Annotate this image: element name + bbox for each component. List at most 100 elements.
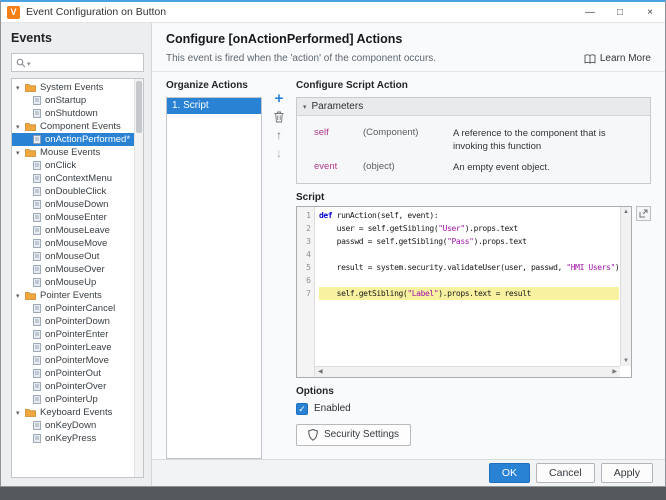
line-number-gutter: 1 2 3 4 5 6 7 — [297, 206, 315, 377]
tree-item-onpointerout[interactable]: onPointerOut — [12, 367, 143, 380]
maximize-button[interactable]: □ — [605, 2, 635, 22]
tree-item-onshutdown[interactable]: onShutdown — [12, 107, 143, 120]
tree-item-label: onMouseDown — [45, 199, 109, 210]
configure-script-column: Configure Script Action ▾ Parameters sel… — [296, 80, 651, 459]
book-icon — [584, 53, 596, 64]
tree-item-onkeydown[interactable]: onKeyDown — [12, 419, 143, 432]
options-heading: Options — [296, 385, 334, 397]
delete-action-button[interactable] — [274, 109, 284, 124]
chevron-down-icon[interactable]: ▾ — [16, 292, 25, 300]
tree-item-label: Keyboard Events — [40, 407, 113, 418]
actions-list[interactable]: 1. Script — [166, 97, 262, 459]
apply-button[interactable]: Apply — [600, 463, 653, 483]
tree-item-onmouseenter[interactable]: onMouseEnter — [12, 211, 143, 224]
tree-item-onpointermove[interactable]: onPointerMove — [12, 354, 143, 367]
learn-more-label: Learn More — [599, 53, 651, 64]
tree-item-label: onMouseLeave — [45, 225, 110, 236]
horizontal-scrollbar[interactable]: ◀ ▶ — [315, 365, 620, 377]
tree-item-onclick[interactable]: onClick — [12, 159, 143, 172]
tree-item-ondoubleclick[interactable]: onDoubleClick — [12, 185, 143, 198]
parameters-heading: Parameters — [311, 101, 364, 112]
tree-item-onmouseover[interactable]: onMouseOver — [12, 263, 143, 276]
add-action-button[interactable]: + — [275, 90, 284, 107]
tree-item-onmouseup[interactable]: onMouseUp — [12, 276, 143, 289]
code-line[interactable]: def runAction(self, event): — [319, 209, 619, 222]
tree-item-onmousemove[interactable]: onMouseMove — [12, 237, 143, 250]
learn-more-link[interactable]: Learn More — [584, 53, 651, 64]
tree-item-label: onPointerMove — [45, 355, 109, 366]
event-icon — [33, 395, 41, 404]
tree-item-onpointerdown[interactable]: onPointerDown — [12, 315, 143, 328]
desktop-strip — [0, 487, 666, 500]
tree-item-onpointercancel[interactable]: onPointerCancel — [12, 302, 143, 315]
action-item-1-script[interactable]: 1. Script — [167, 98, 261, 114]
parameters-panel: ▾ Parameters self (Component) A reference … — [296, 97, 651, 184]
ok-button[interactable]: OK — [488, 463, 531, 483]
scroll-right-icon[interactable]: ▶ — [612, 368, 617, 375]
tree-folder-mouse-events[interactable]: ▾ Mouse Events — [12, 146, 143, 159]
line-number: 2 — [306, 223, 311, 233]
line-number: 4 — [306, 249, 311, 259]
tree-item-onpointerover[interactable]: onPointerOver — [12, 380, 143, 393]
collapse-chevron-icon[interactable]: ▾ — [303, 103, 307, 111]
tree-item-label: Mouse Events — [40, 147, 101, 158]
tree-item-onstartup[interactable]: onStartup — [12, 94, 143, 107]
search-filter-caret-icon[interactable]: ▾ — [27, 60, 31, 68]
event-search-box[interactable]: ▾ — [11, 53, 144, 72]
security-settings-button[interactable]: Security Settings — [296, 423, 412, 446]
expand-script-editor-button[interactable] — [636, 205, 651, 221]
code-line[interactable]: user = self.getSibling("User").props.tex… — [319, 222, 619, 235]
tree-item-onmouseout[interactable]: onMouseOut — [12, 250, 143, 263]
vertical-scrollbar[interactable]: ▲ ▼ — [620, 206, 631, 366]
organize-actions-column: Organize Actions 1. Script — [166, 80, 262, 459]
code-area[interactable]: def runAction(self, event): user = self.… — [315, 207, 619, 377]
tree-item-onkeypress[interactable]: onKeyPress — [12, 432, 143, 445]
tree-item-onactionperformed[interactable]: onActionPerformed* — [12, 133, 143, 146]
tree-item-onpointerleave[interactable]: onPointerLeave — [12, 341, 143, 354]
enabled-checkbox[interactable]: ✓ — [296, 402, 308, 415]
event-icon — [33, 96, 41, 105]
chevron-down-icon[interactable]: ▾ — [16, 149, 25, 157]
titlebar[interactable]: V Event Configuration on Button — □ × — [1, 2, 665, 23]
move-down-button[interactable]: ↓ — [276, 145, 282, 160]
chevron-down-icon[interactable]: ▾ — [16, 84, 25, 92]
event-icon — [33, 213, 41, 222]
scroll-up-icon[interactable]: ▲ — [623, 209, 629, 215]
code-line[interactable] — [319, 248, 619, 261]
event-icon — [33, 187, 41, 196]
events-heading: Events — [11, 31, 52, 45]
tree-item-onpointerup[interactable]: onPointerUp — [12, 393, 143, 406]
tree-item-onmouseleave[interactable]: onMouseLeave — [12, 224, 143, 237]
code-line[interactable]: result = system.security.validateUser(us… — [319, 261, 619, 274]
folder-icon — [25, 409, 36, 417]
parameters-header[interactable]: ▾ Parameters — [297, 98, 650, 116]
code-line[interactable]: passwd = self.getSibling("Pass").props.t… — [319, 235, 619, 248]
tree-item-label: onKeyPress — [45, 433, 97, 444]
search-input[interactable] — [33, 57, 139, 68]
scroll-left-icon[interactable]: ◀ — [318, 368, 323, 375]
param-row-self: self (Component) A reference to the compon… — [305, 127, 642, 154]
tree-scrollbar-thumb[interactable] — [136, 81, 142, 133]
tree-folder-component-events[interactable]: ▾ Component Events — [12, 120, 143, 133]
script-editor[interactable]: 1 2 3 4 5 6 7 def runAction(self, event): user… — [296, 205, 632, 378]
tree-item-onpointerenter[interactable]: onPointerEnter — [12, 328, 143, 341]
move-up-button[interactable]: ↑ — [276, 127, 282, 142]
code-line-highlighted[interactable]: self.getSibling("Label").props.text = re… — [319, 286, 619, 300]
tree-item-onmousedown[interactable]: onMouseDown — [12, 198, 143, 211]
tree-folder-keyboard-events[interactable]: ▾ Keyboard Events — [12, 406, 143, 419]
close-button[interactable]: × — [635, 2, 665, 22]
minimize-button[interactable]: — — [575, 2, 605, 22]
tree-item-oncontextmenu[interactable]: onContextMenu — [12, 172, 143, 185]
tree-folder-pointer-events[interactable]: ▾ Pointer Events — [12, 289, 143, 302]
code-line[interactable] — [319, 274, 619, 287]
event-icon — [33, 135, 41, 144]
line-number: 5 — [306, 262, 311, 272]
chevron-down-icon[interactable]: ▾ — [16, 123, 25, 131]
chevron-down-icon[interactable]: ▾ — [16, 409, 25, 417]
tree-folder-system-events[interactable]: ▾ System Events — [12, 81, 143, 94]
scroll-down-icon[interactable]: ▼ — [623, 358, 629, 364]
tree-scrollbar[interactable] — [134, 79, 143, 477]
enabled-checkbox-row[interactable]: ✓ Enabled — [296, 402, 651, 415]
event-icon — [33, 382, 41, 391]
cancel-button[interactable]: Cancel — [536, 463, 595, 483]
